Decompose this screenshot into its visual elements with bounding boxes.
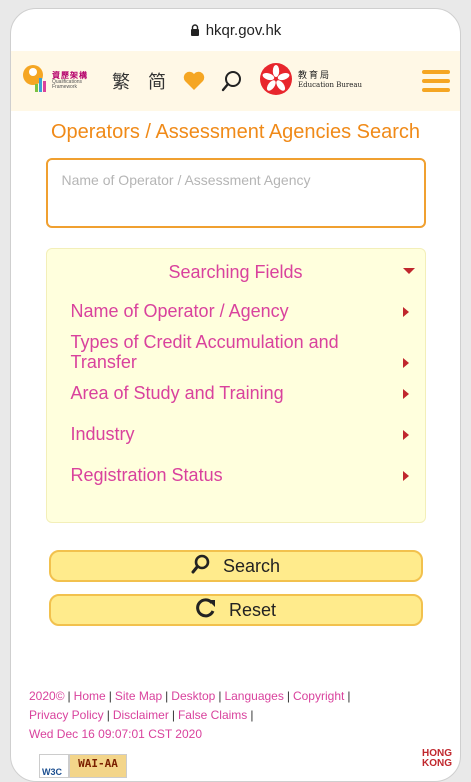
footer-timestamp: Wed Dec 16 09:07:01 CST 2020 <box>29 727 203 741</box>
site-header: 資歷架構 Qualifications Framework 繁 简 教育局 Ed… <box>11 51 460 111</box>
qf-logo-icon <box>21 64 49 99</box>
field-label: Registration Status <box>70 465 223 485</box>
footer: 2020© | Home | Site Map | Desktop | Languages | Co… <box>29 687 439 744</box>
search-button[interactable]: Search <box>48 550 423 582</box>
operator-name-input[interactable] <box>45 158 426 228</box>
lock-icon <box>190 24 200 36</box>
field-registration-status[interactable]: Registration Status <box>47 465 425 485</box>
caret-down-icon <box>402 268 415 274</box>
lang-traditional-link[interactable]: 繁 <box>112 68 130 94</box>
chevron-right-icon <box>402 307 409 317</box>
chevron-right-icon <box>402 471 409 481</box>
footer-link-false-claims[interactable]: False Claims <box>178 708 247 722</box>
field-label: Name of Operator / Agency <box>70 301 289 321</box>
hk-bauhinia-icon <box>259 62 293 101</box>
searching-fields-header[interactable]: Searching Fields <box>47 249 425 295</box>
search-icon <box>191 554 211 579</box>
url-text: hkqr.gov.hk <box>205 21 282 39</box>
searching-fields-panel: Searching Fields Name of Operator / Agen… <box>45 248 426 523</box>
footer-link-home[interactable]: Home <box>74 689 106 703</box>
heart-icon[interactable] <box>183 71 205 91</box>
lang-simplified-link[interactable]: 简 <box>148 68 166 94</box>
qf-logo[interactable]: 資歷架構 Qualifications Framework <box>21 64 103 99</box>
search-button-label: Search <box>222 555 281 576</box>
menu-icon[interactable] <box>422 70 450 92</box>
footer-link-copyright[interactable]: Copyright <box>293 689 344 703</box>
footer-link-desktop[interactable]: Desktop <box>171 689 215 703</box>
field-cat-types[interactable]: Types of Credit Accumulation and Transfe… <box>47 332 425 372</box>
footer-link-sitemap[interactable]: Site Map <box>115 689 162 703</box>
chevron-right-icon <box>402 430 409 440</box>
footer-copyright: 2020© <box>29 689 65 703</box>
w3c-badge[interactable]: W3C <box>39 754 69 778</box>
edb-logo-en: Education Bureau <box>298 81 363 90</box>
reset-button-label: Reset <box>228 599 277 620</box>
qf-logo-en: Qualifications Framework <box>52 79 83 90</box>
footer-link-languages[interactable]: Languages <box>224 689 283 703</box>
field-label: Area of Study and Training <box>70 383 284 403</box>
accessibility-badges: W3C WAI-AA <box>39 754 127 778</box>
field-operator-name[interactable]: Name of Operator / Agency <box>47 301 425 321</box>
reset-icon <box>195 597 217 623</box>
wai-aa-badge[interactable]: WAI-AA <box>69 754 127 778</box>
brand-hk-logo[interactable]: HONG KONG <box>422 749 452 769</box>
chevron-right-icon <box>402 358 409 368</box>
searching-fields-title: Searching Fields <box>168 261 303 282</box>
field-industry[interactable]: Industry <box>47 424 425 444</box>
search-icon[interactable] <box>221 70 243 92</box>
footer-link-privacy[interactable]: Privacy Policy <box>29 708 104 722</box>
chevron-right-icon <box>402 389 409 399</box>
footer-link-disclaimer[interactable]: Disclaimer <box>113 708 169 722</box>
edb-logo[interactable]: 教育局 Education Bureau <box>259 62 362 101</box>
page-title: Operators / Assessment Agencies Search <box>50 121 421 143</box>
field-label: Types of Credit Accumulation and Transfe… <box>70 332 339 372</box>
field-label: Industry <box>70 424 135 444</box>
field-area-of-study[interactable]: Area of Study and Training <box>47 383 425 403</box>
reset-button[interactable]: Reset <box>48 594 423 626</box>
browser-url-bar[interactable]: hkqr.gov.hk <box>11 9 460 51</box>
phone-frame: hkqr.gov.hk 資歷架構 Qualifications Framewor… <box>10 8 461 782</box>
